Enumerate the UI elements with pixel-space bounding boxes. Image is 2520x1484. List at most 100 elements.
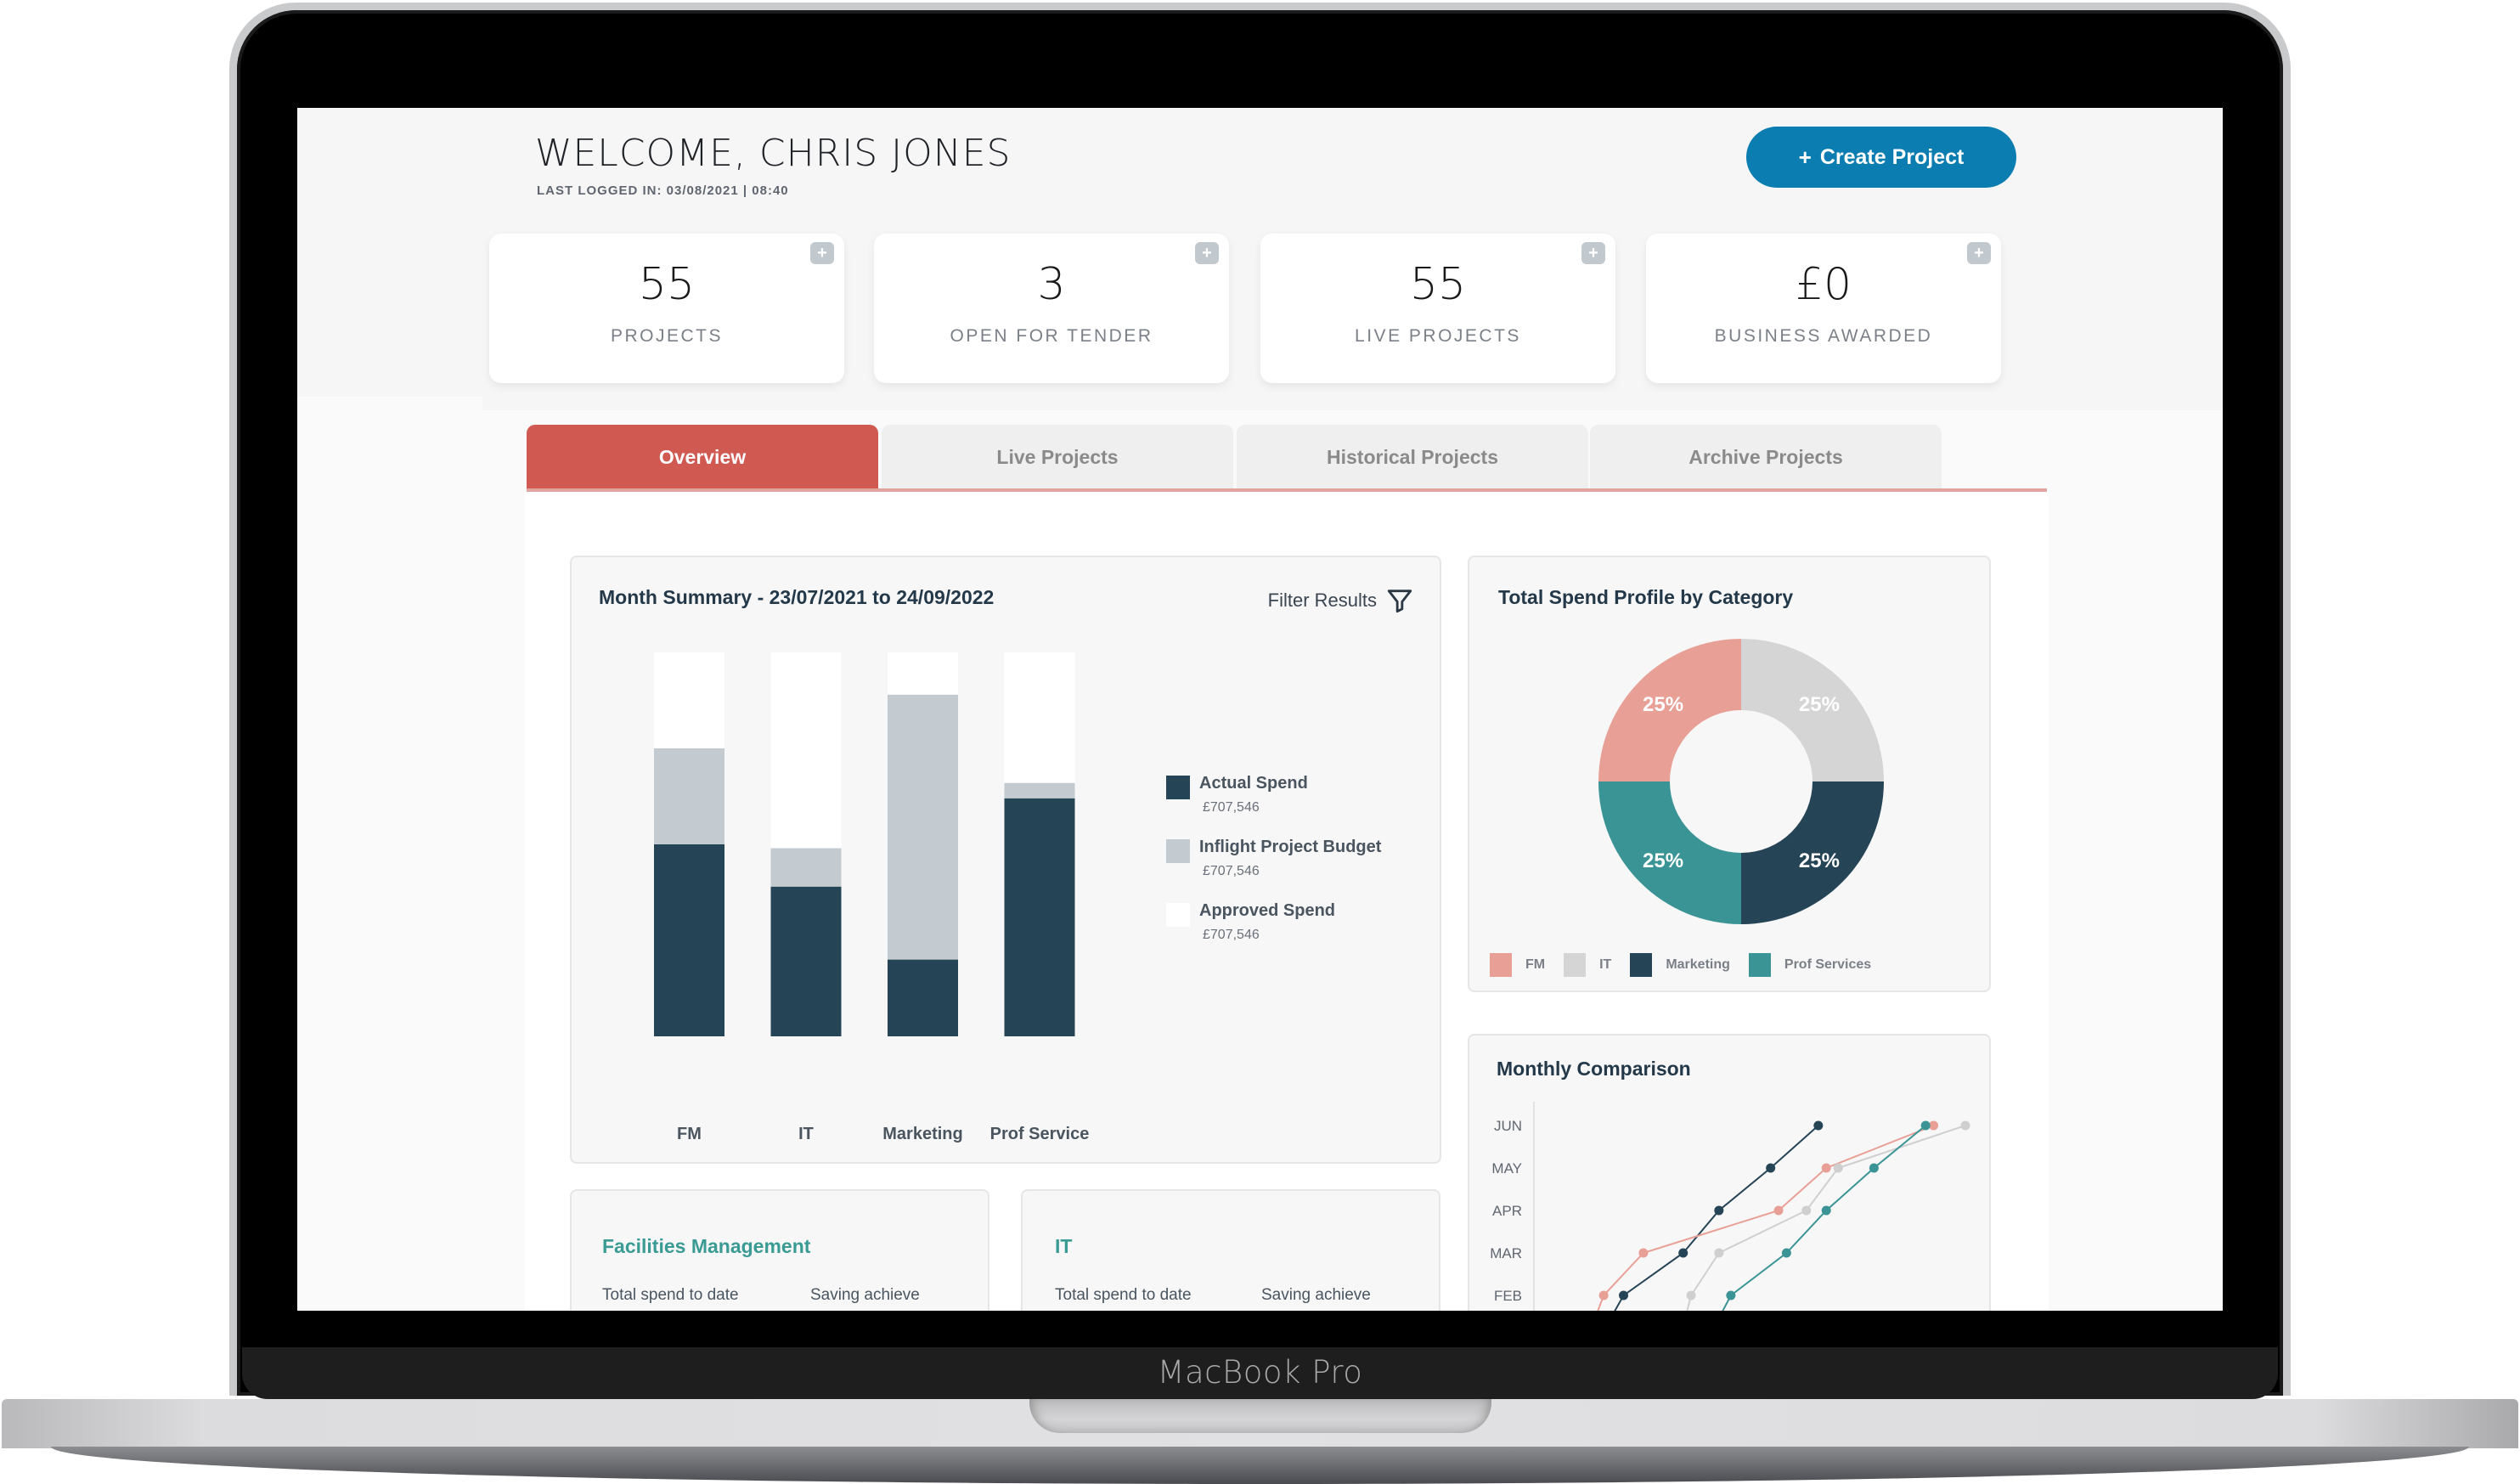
bar-segment-fm-approved-spend [654, 652, 724, 748]
line-point-marketing [1714, 1205, 1724, 1216]
line-point-it [1833, 1163, 1843, 1173]
bar-segment-prof-service-inflight-project-budget [1004, 782, 1075, 798]
stat-value: 55 [638, 259, 696, 310]
stat-value: 3 [1037, 259, 1066, 310]
stat-card-projects[interactable]: + 55 PROJECTS [489, 234, 844, 383]
total-spend-label: Total spend to date [1055, 1286, 1192, 1304]
line-point-marketing [1619, 1290, 1629, 1301]
donut-slice-label: 25% [1643, 849, 1683, 872]
bar-category-label: FM [677, 1125, 702, 1143]
bar-segment-marketing-actual-spend [888, 959, 958, 1036]
stat-card-live-projects[interactable]: + 55 LIVE PROJECTS [1260, 234, 1615, 383]
bar-segment-marketing-approved-spend [888, 652, 958, 695]
bar-segment-it-actual-spend [770, 886, 842, 1036]
total-spend-label: Total spend to date [602, 1286, 739, 1304]
legend-amount: £707,546 [1203, 928, 1260, 942]
bar-segment-it-inflight-project-budget [770, 848, 842, 887]
tab-underline [527, 488, 2047, 492]
line-point-it [1960, 1120, 1970, 1131]
line-point-fm [1773, 1205, 1784, 1216]
line-point-fm [1638, 1248, 1649, 1258]
legend-amount: £707,546 [1203, 800, 1260, 815]
bar-category-label: Marketing [882, 1125, 963, 1143]
spend-profile-card: Total Spend Profile by Category 25% 25% 25… [1468, 556, 1991, 992]
y-tick-label: FEB [1494, 1288, 1522, 1304]
legend-label: IT [1599, 957, 1612, 972]
saving-label: Saving achieve [1261, 1286, 1371, 1304]
stat-value: 55 [1409, 259, 1467, 310]
welcome-heading: WELCOME, CHRIS JONES [535, 132, 1012, 175]
laptop-notch [1029, 1399, 1491, 1433]
y-tick-label: MAY [1491, 1160, 1522, 1176]
category-card-it[interactable]: IT Total spend to date Saving achieve [1021, 1189, 1440, 1311]
stat-label: OPEN FOR TENDER [950, 326, 1153, 346]
line-point-it [1714, 1248, 1724, 1258]
donut-chart: 25% 25% 25% 25% [1598, 639, 1884, 924]
category-card-fm[interactable]: Facilities Management Total spend to dat… [570, 1189, 989, 1311]
legend-swatch [1748, 953, 1771, 977]
line-series-it [1686, 1125, 1966, 1311]
line-series-marketing [1614, 1125, 1819, 1311]
y-tick-label: APR [1492, 1203, 1522, 1219]
saving-label: Saving achieve [810, 1286, 920, 1304]
line-point-prof-services [1920, 1120, 1931, 1131]
legend-label: Actual Spend [1199, 774, 1308, 793]
bar-segment-prof-service-actual-spend [1004, 798, 1075, 1036]
line-point-fm [1598, 1290, 1609, 1301]
bar-segment-fm-inflight-project-budget [654, 748, 724, 844]
donut-slice-label: 25% [1799, 693, 1840, 716]
line-point-marketing [1813, 1120, 1824, 1131]
legend-label: FM [1525, 957, 1546, 972]
legend-swatch [1166, 839, 1190, 863]
donut-slice-label: 25% [1643, 693, 1683, 716]
stat-card-business-awarded[interactable]: + £0 BUSINESS AWARDED [1646, 234, 2001, 383]
legend-label: Inflight Project Budget [1199, 838, 1382, 856]
legend-label: Prof Services [1784, 957, 1872, 972]
donut-legend: FM IT Marketing Prof Services [1490, 953, 1890, 977]
header-band-edge [482, 397, 2223, 410]
category-title: IT [1055, 1235, 1073, 1257]
line-series-prof-services [1722, 1125, 1926, 1311]
line-point-fm [1929, 1120, 1939, 1131]
stat-label: LIVE PROJECTS [1355, 326, 1521, 346]
tab-historical-projects[interactable]: Historical Projects [1237, 425, 1588, 489]
stat-label: BUSINESS AWARDED [1714, 326, 1933, 346]
monthly-comparison-card: Monthly Comparison FEB MAR APR MAY JUN [1468, 1034, 1991, 1311]
last-logged-in: LAST LOGGED IN: 03/08/2021 | 08:40 [537, 183, 789, 198]
bar-segment-prof-service-approved-spend [1004, 652, 1075, 783]
laptop-chin: MacBook Pro [242, 1347, 2278, 1399]
laptop-base-edge [51, 1447, 2469, 1484]
line-point-prof-services [1781, 1248, 1791, 1258]
create-project-button[interactable]: + Create Project [1746, 127, 2016, 188]
category-title: Facilities Management [602, 1235, 811, 1257]
bar-segment-fm-actual-spend [654, 844, 724, 1036]
y-tick-label: JUN [1494, 1118, 1522, 1134]
stat-label: PROJECTS [610, 326, 723, 346]
line-chart: FEB MAR APR MAY JUN [1490, 1102, 1970, 1311]
legend-amount: £707,546 [1203, 864, 1260, 878]
bar-category-label: IT [798, 1125, 814, 1143]
y-tick-label: MAR [1490, 1245, 1522, 1261]
bar-segment-marketing-inflight-project-budget [888, 694, 958, 960]
tab-archive-projects[interactable]: Archive Projects [1590, 425, 1942, 489]
tab-live-projects[interactable]: Live Projects [882, 425, 1233, 489]
plus-icon: + [1798, 144, 1812, 170]
line-point-prof-services [1821, 1205, 1831, 1216]
create-project-label: Create Project [1819, 144, 1965, 169]
legend-swatch [1630, 953, 1653, 977]
legend-swatch [1564, 953, 1587, 977]
legend-swatch [1166, 903, 1190, 927]
legend-swatch [1166, 776, 1190, 799]
line-point-it [1686, 1290, 1696, 1301]
device-label: MacBook Pro [1157, 1354, 1363, 1391]
line-point-marketing [1678, 1248, 1688, 1258]
legend-label: Approved Spend [1199, 901, 1336, 920]
screen: WELCOME, CHRIS JONES LAST LOGGED IN: 03/… [297, 108, 2223, 1311]
legend-label: Marketing [1666, 957, 1730, 972]
stat-value: £0 [1795, 259, 1852, 310]
stacked-bar-chart [654, 652, 1075, 1036]
tab-overview[interactable]: Overview [527, 425, 878, 489]
stat-card-open-for-tender[interactable]: + 3 OPEN FOR TENDER [874, 234, 1229, 383]
legend-swatch [1490, 953, 1512, 977]
bar-category-label: Prof Service [989, 1125, 1090, 1143]
